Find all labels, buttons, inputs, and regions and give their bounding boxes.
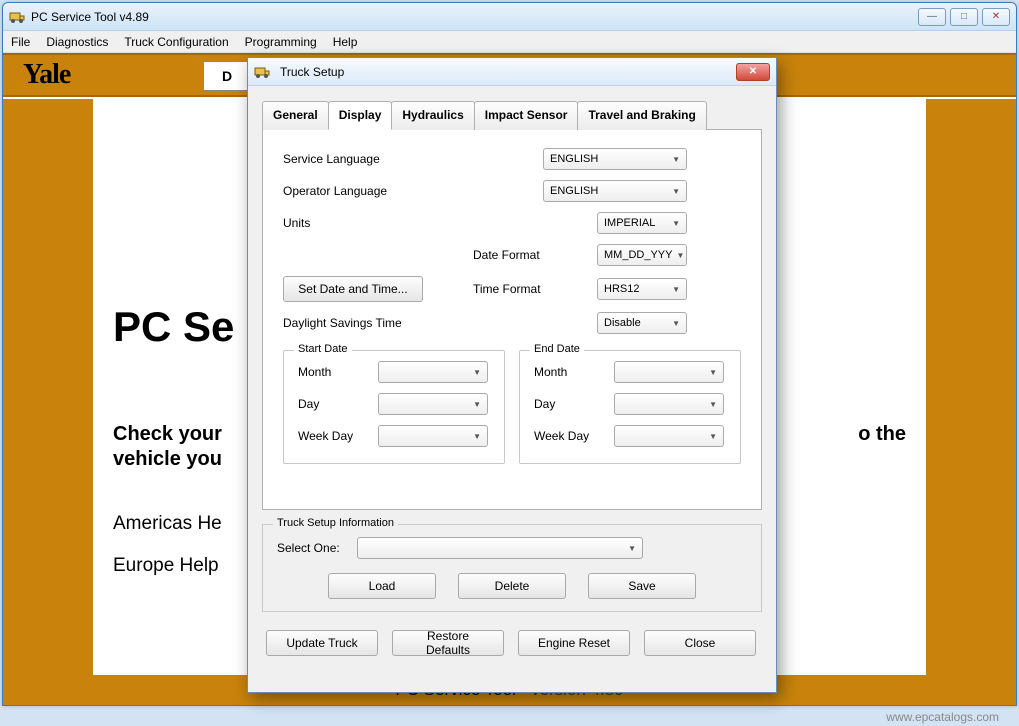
menu-file[interactable]: File [11,35,30,49]
load-button[interactable]: Load [328,573,436,599]
end-month-select[interactable]: ▼ [614,361,724,383]
select-one-label: Select One: [277,541,357,555]
update-truck-button[interactable]: Update Truck [266,630,378,656]
dialog-title: Truck Setup [280,65,736,79]
delete-button[interactable]: Delete [458,573,566,599]
chevron-down-icon: ▼ [672,155,680,164]
band-box: D [203,61,251,91]
tab-pane-display: Service Language ENGLISH▼ Operator Langu… [262,130,762,510]
service-language-label: Service Language [283,152,473,166]
chevron-down-icon: ▼ [473,432,481,441]
end-month-label: Month [534,365,614,379]
units-label: Units [283,216,473,230]
truck-setup-dialog: Truck Setup ✕ General Display Hydraulics… [247,57,777,693]
intro-left: Check your [113,423,222,446]
date-format-label: Date Format [473,248,559,262]
chevron-down-icon: ▼ [473,368,481,377]
chevron-down-icon: ▼ [628,544,636,553]
menu-help[interactable]: Help [333,35,358,49]
chevron-down-icon: ▼ [672,285,680,294]
intro-right: o the [858,423,906,446]
dialog-close-button[interactable]: ✕ [736,63,770,81]
tab-hydraulics[interactable]: Hydraulics [391,101,474,130]
chevron-down-icon: ▼ [672,219,680,228]
tab-impact-sensor[interactable]: Impact Sensor [474,101,579,130]
close-button[interactable]: ✕ [982,8,1010,26]
dst-select[interactable]: Disable▼ [597,312,687,334]
tab-display[interactable]: Display [328,101,393,130]
page-heading: PC Se [113,303,234,351]
select-one-select[interactable]: ▼ [357,537,643,559]
engine-reset-button[interactable]: Engine Reset [518,630,630,656]
chevron-down-icon: ▼ [709,432,717,441]
dst-label: Daylight Savings Time [283,316,473,330]
start-date-legend: Start Date [294,343,352,355]
menu-truck-configuration[interactable]: Truck Configuration [124,35,228,49]
start-day-label: Day [298,397,378,411]
chevron-down-icon: ▼ [672,319,680,328]
tab-strip: General Display Hydraulics Impact Sensor… [262,100,762,130]
start-weekday-select[interactable]: ▼ [378,425,488,447]
menu-diagnostics[interactable]: Diagnostics [46,35,108,49]
brand-logo: Yale [23,59,70,91]
service-language-select[interactable]: ENGLISH▼ [543,148,687,170]
set-date-time-button[interactable]: Set Date and Time... [283,276,423,302]
window-title: PC Service Tool v4.89 [31,10,918,24]
operator-language-select[interactable]: ENGLISH▼ [543,180,687,202]
app-icon [9,9,25,25]
menu-programming[interactable]: Programming [245,35,317,49]
start-day-select[interactable]: ▼ [378,393,488,415]
menubar: File Diagnostics Truck Configuration Pro… [3,31,1016,53]
save-button[interactable]: Save [588,573,696,599]
titlebar: PC Service Tool v4.89 — □ ✕ [3,3,1016,31]
start-month-label: Month [298,365,378,379]
end-date-fieldset: End Date Month▼ Day▼ Week Day▼ [519,350,741,464]
truck-setup-info-legend: Truck Setup Information [273,517,398,529]
tab-travel-braking[interactable]: Travel and Braking [577,101,706,130]
operator-language-label: Operator Language [283,184,473,198]
watermark: www.epcatalogs.com [886,710,999,724]
minimize-button[interactable]: — [918,8,946,26]
chevron-down-icon: ▼ [676,251,684,260]
end-day-select[interactable]: ▼ [614,393,724,415]
start-weekday-label: Week Day [298,429,378,443]
end-weekday-select[interactable]: ▼ [614,425,724,447]
chevron-down-icon: ▼ [672,187,680,196]
units-select[interactable]: IMPERIAL▼ [597,212,687,234]
end-day-label: Day [534,397,614,411]
time-format-label: Time Format [473,282,559,296]
chevron-down-icon: ▼ [473,400,481,409]
dialog-titlebar: Truck Setup ✕ [248,58,776,86]
end-date-legend: End Date [530,343,584,355]
chevron-down-icon: ▼ [709,368,717,377]
date-format-select[interactable]: MM_DD_YYY▼ [597,244,687,266]
dialog-icon [254,64,270,80]
start-date-fieldset: Start Date Month▼ Day▼ Week Day▼ [283,350,505,464]
truck-setup-info-fieldset: Truck Setup Information Select One: ▼ Lo… [262,524,762,612]
restore-defaults-button[interactable]: Restore Defaults [392,630,504,656]
tab-general[interactable]: General [262,101,329,130]
start-month-select[interactable]: ▼ [378,361,488,383]
end-weekday-label: Week Day [534,429,614,443]
chevron-down-icon: ▼ [709,400,717,409]
maximize-button[interactable]: □ [950,8,978,26]
time-format-select[interactable]: HRS12▼ [597,278,687,300]
dialog-close-bottom-button[interactable]: Close [644,630,756,656]
